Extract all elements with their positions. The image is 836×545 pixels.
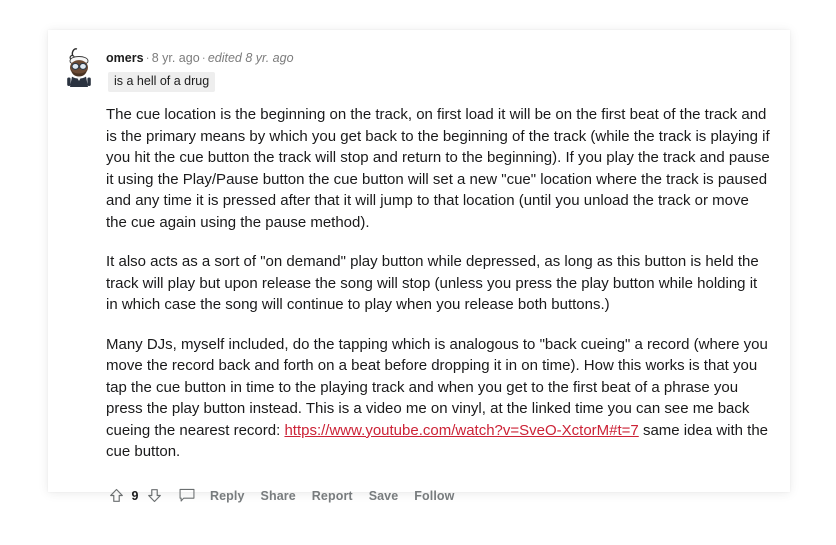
- comment-paragraph: The cue location is the beginning on the…: [106, 104, 771, 233]
- comment-header: omers · 8 yr. ago · edited 8 yr. ago is a he…: [62, 48, 768, 92]
- byline-separator-2: ·: [201, 51, 206, 65]
- share-button[interactable]: Share: [253, 489, 304, 503]
- comment-paragraph: It also acts as a sort of "on demand" pl…: [106, 251, 771, 316]
- reddit-snoo-avatar-icon[interactable]: [62, 46, 96, 87]
- comment-body: The cue location is the beginning on the…: [106, 104, 771, 463]
- header-text: omers · 8 yr. ago · edited 8 yr. ago is a he…: [106, 48, 768, 92]
- comment-paragraph: Many DJs, myself included, do the tappin…: [106, 334, 771, 463]
- save-button[interactable]: Save: [361, 489, 407, 503]
- comment-score: 9: [131, 488, 139, 503]
- body-text: The cue location is the beginning on the…: [106, 106, 770, 231]
- report-button[interactable]: Report: [304, 489, 361, 503]
- reply-button[interactable]: Reply: [202, 489, 253, 503]
- upvote-arrow-icon[interactable]: [106, 486, 126, 506]
- comment-inner: omers · 8 yr. ago · edited 8 yr. ago is a he…: [48, 30, 790, 521]
- comment-bubble-icon[interactable]: [176, 486, 198, 506]
- comment-age: 8 yr. ago: [151, 51, 200, 65]
- comment-card: omers · 8 yr. ago · edited 8 yr. ago is a he…: [48, 30, 790, 503]
- follow-button[interactable]: Follow: [406, 489, 462, 503]
- page-root: omers · 8 yr. ago · edited 8 yr. ago is a he…: [0, 0, 836, 545]
- username[interactable]: omers: [106, 51, 144, 65]
- edited-label: edited 8 yr. ago: [207, 51, 294, 65]
- body-text: It also acts as a sort of "on demand" pl…: [106, 253, 759, 313]
- comment-action-bar: 9 Reply Share Report Save Follow: [106, 485, 768, 507]
- byline: omers · 8 yr. ago · edited 8 yr. ago: [106, 50, 768, 66]
- body-link[interactable]: https://www.youtube.com/watch?v=SveO-Xct…: [284, 422, 638, 439]
- byline-separator-1: ·: [145, 51, 150, 65]
- user-flair: is a hell of a drug: [108, 72, 216, 92]
- downvote-arrow-icon[interactable]: [144, 486, 164, 506]
